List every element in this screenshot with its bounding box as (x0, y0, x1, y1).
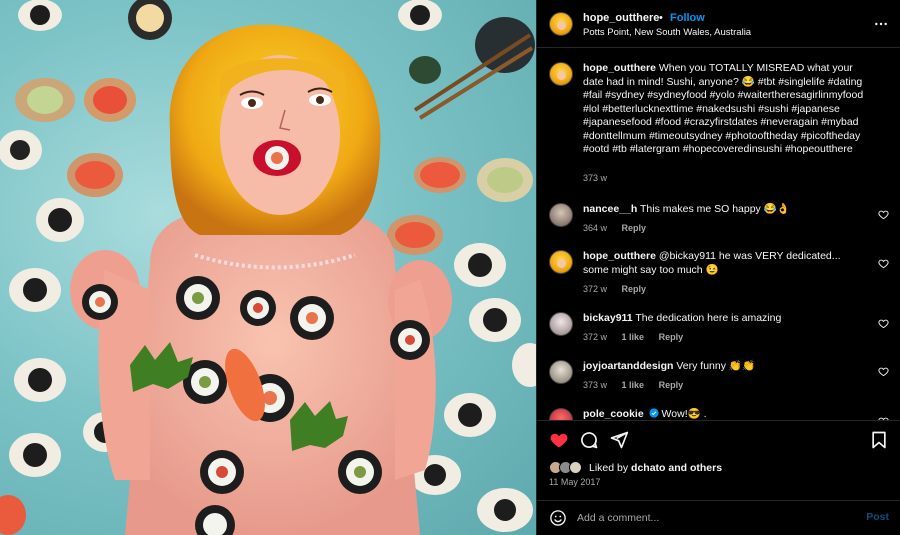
comment-username[interactable]: joyjoartanddesign (583, 360, 673, 372)
post-photo[interactable] (0, 0, 536, 535)
add-comment-bar: Post (537, 500, 900, 535)
comment-likes-count[interactable]: 1 like (622, 380, 645, 390)
comment-icon[interactable] (579, 430, 599, 450)
caption-username[interactable]: hope_outthere (583, 62, 656, 74)
comment-username[interactable]: nancee__h (583, 203, 637, 215)
commenter-avatar[interactable] (549, 408, 573, 420)
liked-by-others[interactable]: and others (668, 462, 722, 474)
comment-text: Wow!😎 . (661, 408, 707, 420)
comment-item: pole_cookie Wow!😎 . (549, 408, 889, 420)
liked-by-user[interactable]: dchato (631, 462, 665, 474)
commenter-avatar[interactable] (549, 250, 573, 274)
comment-item: joyjoartanddesign Very funny 👏👏 373 w 1 … (549, 360, 889, 396)
post-details-panel: hope_outthere • Follow Potts Point, New … (536, 0, 900, 535)
reply-button[interactable]: Reply (659, 380, 684, 390)
more-horizontal-icon[interactable] (873, 16, 889, 32)
comment-time[interactable]: 373 w (583, 380, 607, 390)
send-icon[interactable] (609, 430, 629, 450)
caption-author-avatar[interactable] (549, 62, 573, 86)
comment-likes-count[interactable]: 1 like (622, 332, 645, 342)
caption-meta: 373 w (583, 173, 619, 183)
reply-button[interactable]: Reply (659, 332, 684, 342)
comment-username[interactable]: bickay911 (583, 312, 633, 324)
comment-body: joyjoartanddesign Very funny 👏👏 (583, 360, 869, 374)
comment-input[interactable] (577, 509, 837, 527)
comment-meta: 373 w 1 like Reply (583, 380, 695, 390)
comment-body: hope_outthere @bickay911 he was VERY ded… (583, 250, 869, 277)
heart-filled-icon[interactable] (549, 430, 569, 450)
comment-text: This makes me SO happy 😂👌 (640, 203, 790, 215)
heart-outline-icon[interactable] (878, 366, 889, 377)
comment-text: Very funny 👏👏 (676, 360, 756, 372)
caption-time[interactable]: 373 w (583, 173, 607, 183)
comment-text: The dedication here is amazing (635, 312, 782, 324)
bookmark-icon[interactable] (869, 430, 889, 450)
comment-meta: 364 w Reply (583, 223, 658, 233)
comment-username[interactable]: hope_outthere (583, 250, 656, 262)
reply-button[interactable]: Reply (622, 284, 647, 294)
comment-body: bickay911 The dedication here is amazing (583, 312, 869, 326)
comment-username[interactable]: pole_cookie (583, 408, 644, 420)
caption: hope_outthere When you TOTALLY MISREAD w… (549, 62, 889, 197)
comment-time[interactable]: 364 w (583, 223, 607, 233)
heart-outline-icon[interactable] (878, 258, 889, 269)
comment-meta: 372 w 1 like Reply (583, 332, 695, 342)
header-separator: • (659, 12, 663, 24)
comment-time[interactable]: 372 w (583, 332, 607, 342)
heart-outline-icon[interactable] (878, 209, 889, 220)
comment-time[interactable]: 372 w (583, 284, 607, 294)
commenter-avatar[interactable] (549, 203, 573, 227)
liker-avatar (569, 461, 582, 474)
emoji-icon[interactable] (549, 509, 567, 527)
commenter-avatar[interactable] (549, 312, 573, 336)
reply-button[interactable]: Reply (622, 223, 647, 233)
post-date[interactable]: 11 May 2017 (549, 477, 600, 487)
comment-item: bickay911 The dedication here is amazing… (549, 312, 889, 348)
author-username[interactable]: hope_outthere (583, 12, 659, 24)
comment-meta: 372 w Reply (583, 284, 658, 294)
comment-item: hope_outthere @bickay911 he was VERY ded… (549, 250, 889, 298)
caption-body: hope_outthere When you TOTALLY MISREAD w… (583, 62, 869, 157)
comments-list[interactable]: hope_outthere When you TOTALLY MISREAD w… (537, 49, 900, 420)
post-actions: Liked by dchato and others 11 May 2017 (537, 420, 900, 500)
post-comment-button[interactable]: Post (866, 511, 889, 523)
comment-body: pole_cookie Wow!😎 . (583, 408, 869, 420)
post-header: hope_outthere • Follow Potts Point, New … (537, 0, 900, 48)
liked-by-prefix: Liked by (589, 462, 629, 474)
post-image (0, 0, 536, 535)
comment-body: nancee__h This makes me SO happy 😂👌 (583, 203, 869, 217)
post-location[interactable]: Potts Point, New South Wales, Australia (583, 27, 751, 38)
caption-text: When you TOTALLY MISREAD what your date … (583, 62, 864, 155)
comment-item: nancee__h This makes me SO happy 😂👌 364 … (549, 203, 889, 239)
commenter-avatar[interactable] (549, 360, 573, 384)
liked-by-text: Liked by dchato and others (589, 462, 722, 474)
author-avatar[interactable] (549, 12, 573, 36)
verified-badge-icon (649, 408, 659, 418)
instagram-post-modal: hope_outthere • Follow Potts Point, New … (0, 0, 900, 535)
heart-outline-icon[interactable] (878, 318, 889, 329)
follow-button[interactable]: Follow (670, 12, 705, 24)
